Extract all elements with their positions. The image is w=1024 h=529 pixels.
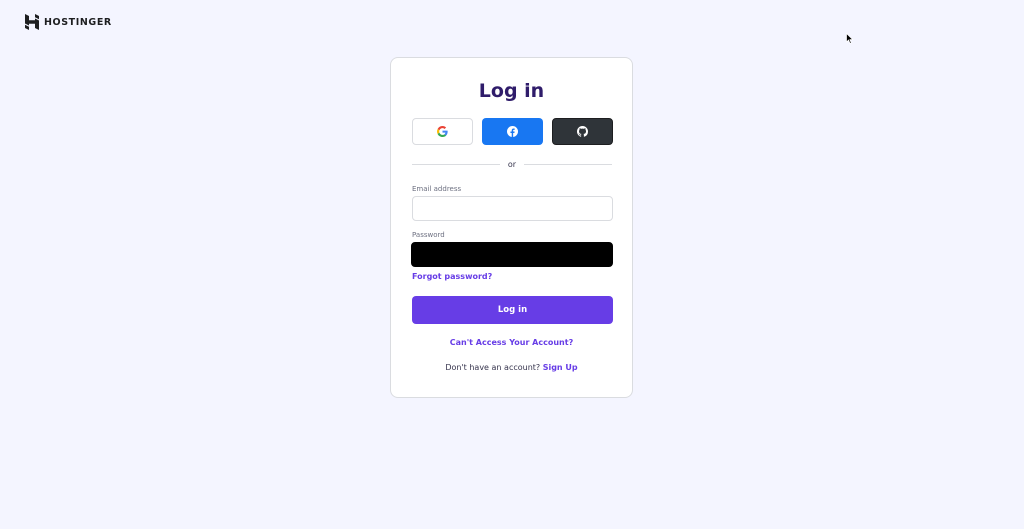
password-field[interactable] xyxy=(411,242,613,267)
page-title: Log in xyxy=(478,80,545,102)
password-label: Password xyxy=(412,231,445,239)
cant-access-account-link[interactable]: Can't Access Your Account? xyxy=(391,338,632,347)
facebook-icon xyxy=(507,126,518,137)
hostinger-logo-icon xyxy=(25,14,39,30)
social-login-row xyxy=(412,118,613,145)
signup-link[interactable]: Sign Up xyxy=(543,363,578,372)
login-card: Log in or Email address Password Forgot … xyxy=(390,57,633,398)
login-page: HOSTINGER Log in or Email address Passwo… xyxy=(0,0,1024,529)
signup-row: Don't have an account? Sign Up xyxy=(391,363,632,372)
login-button[interactable]: Log in xyxy=(412,296,613,324)
email-label: Email address xyxy=(412,185,462,193)
hostinger-logo[interactable]: HOSTINGER xyxy=(25,14,112,30)
or-divider: or xyxy=(412,158,612,170)
forgot-password-link[interactable]: Forgot password? xyxy=(412,272,492,281)
mouse-cursor-icon xyxy=(846,33,854,44)
github-login-button[interactable] xyxy=(552,118,613,145)
no-account-text: Don't have an account? xyxy=(445,363,541,372)
brand-name: HOSTINGER xyxy=(44,16,112,28)
divider-line-right xyxy=(524,163,612,165)
google-icon xyxy=(437,126,448,137)
or-text: or xyxy=(507,159,517,169)
facebook-login-button[interactable] xyxy=(482,118,543,145)
github-icon xyxy=(577,126,588,137)
divider-line-left xyxy=(412,163,500,165)
email-field[interactable] xyxy=(412,196,613,221)
google-login-button[interactable] xyxy=(412,118,473,145)
